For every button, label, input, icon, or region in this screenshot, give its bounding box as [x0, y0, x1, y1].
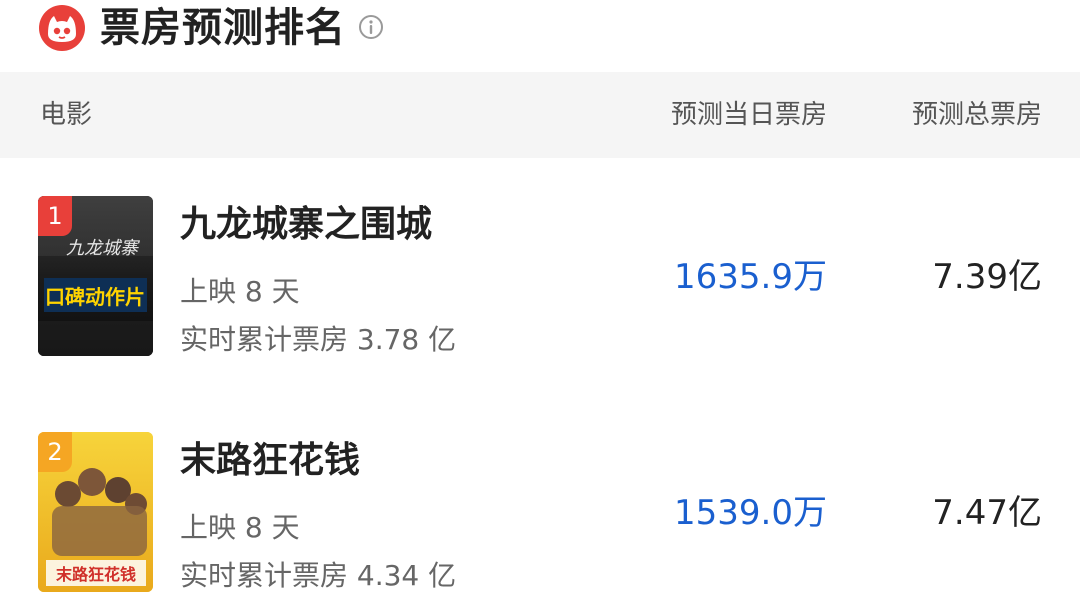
movie-row[interactable]: 九龙城寨 口碑动作片 1 九龙城寨之围城 上映 8 天 实时累计票房 3.78 … — [0, 158, 1080, 358]
movie-poster[interactable]: 九龙城寨 口碑动作片 1 — [38, 196, 153, 356]
info-circle-icon[interactable] — [358, 14, 384, 40]
day-forecast-value: 1539.0万 — [674, 493, 827, 533]
page: 票房预测排名 电影 预测当日票房 预测总票房 九龙城寨 口碑动作片 1 九龙城寨… — [0, 0, 1080, 603]
poster-tagline-text: 口碑动作片 — [45, 285, 145, 309]
title-bar: 票房预测排名 — [0, 0, 1080, 72]
column-header: 电影 预测当日票房 预测总票房 — [0, 72, 1080, 158]
poster-title-text: 九龙城寨 — [66, 238, 140, 259]
cumulative-box-office: 实时累计票房 4.34 亿 — [180, 559, 457, 592]
rank-badge: 1 — [38, 196, 72, 236]
column-movie-label: 电影 — [40, 100, 93, 130]
movie-poster[interactable]: 末路狂花钱 2 — [38, 432, 153, 592]
cumulative-box-office: 实时累计票房 3.78 亿 — [180, 323, 457, 356]
rank-badge: 2 — [38, 432, 72, 472]
release-days: 上映 8 天 — [180, 275, 300, 308]
day-forecast-value: 1635.9万 — [674, 257, 827, 297]
total-forecast-value: 7.39亿 — [932, 257, 1042, 297]
column-total-forecast-label: 预测总票房 — [911, 100, 1042, 130]
movie-title[interactable]: 九龙城寨之围城 — [180, 202, 432, 248]
movie-title[interactable]: 末路狂花钱 — [180, 438, 360, 484]
maoyan-cat-logo-icon — [39, 5, 85, 51]
page-title: 票房预测排名 — [100, 5, 346, 51]
total-forecast-value: 7.47亿 — [932, 493, 1042, 533]
column-day-forecast-label: 预测当日票房 — [670, 100, 827, 130]
movie-row[interactable]: 末路狂花钱 2 末路狂花钱 上映 8 天 实时累计票房 4.34 亿 1539.… — [0, 394, 1080, 594]
release-days: 上映 8 天 — [180, 511, 300, 544]
poster-title-text: 末路狂花钱 — [56, 565, 136, 584]
